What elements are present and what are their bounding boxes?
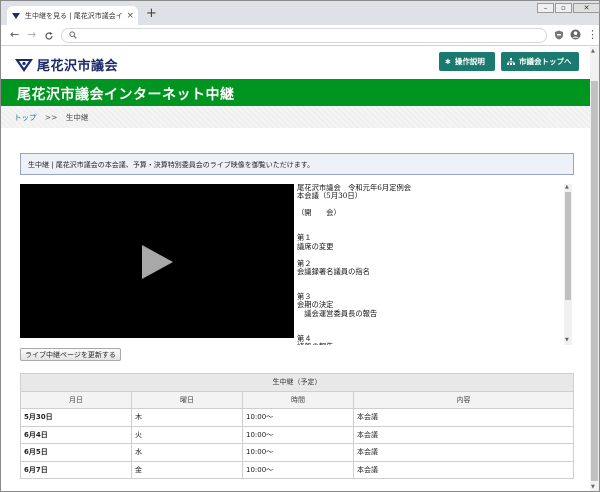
breadcrumb-top-link[interactable]: トップ xyxy=(14,113,37,122)
agenda-line: （開 会） xyxy=(297,208,341,218)
col-header-time: 時間 xyxy=(242,390,354,409)
table-row: 6月5日 水 10:00～ 本会議 xyxy=(20,443,574,462)
banner-title: 尾花沢市議会インターネット中継 xyxy=(17,87,235,103)
cell-time: 10:00～ xyxy=(242,443,354,462)
breadcrumb-bar: トップ >> 生中継 xyxy=(1,106,590,128)
manual-button-label: 操作説明 xyxy=(454,57,485,66)
minimize-button[interactable]: – xyxy=(537,3,554,13)
agenda-line: 第４ xyxy=(297,334,312,344)
notice-text: 生中継 | 尾花沢市議会の本会議、予算・決算特別委員会のライブ映像を御覧いただけ… xyxy=(28,161,315,169)
breadcrumb: トップ >> 生中継 xyxy=(14,112,88,123)
back-button[interactable]: ← xyxy=(10,28,19,42)
agenda-line: 議会運営委員長の報告 xyxy=(297,308,378,318)
tab-strip: 生中継を見る | 尾花沢市議会インターネット × + – ▫ ✕ xyxy=(1,1,600,25)
breadcrumb-current: 生中継 xyxy=(65,113,89,122)
cell-content: 本会議 xyxy=(353,425,574,444)
browser-toolbar: ← → ⋮ xyxy=(1,25,599,46)
tab-title: 生中継を見る | 尾花沢市議会インターネット xyxy=(25,11,124,20)
browser-menu-icon[interactable]: ⋮ xyxy=(587,28,598,42)
agenda-line xyxy=(297,251,564,259)
agenda-scrollbar[interactable]: ▲ ▼ xyxy=(564,184,572,345)
cell-time: 10:00～ xyxy=(242,460,354,479)
schedule-caption: 生中継（予定） xyxy=(20,373,574,392)
cell-weekday: 水 xyxy=(131,443,243,462)
gear-icon: ✱ xyxy=(445,57,451,66)
cell-weekday: 金 xyxy=(131,460,243,479)
cell-date: 6月4日 xyxy=(20,425,132,444)
council-top-button-label: 市議会トップへ xyxy=(519,57,572,66)
address-bar[interactable] xyxy=(61,28,547,43)
table-row: 6月7日 金 10:00～ 本会議 xyxy=(20,460,574,479)
page-viewport: 尾花沢市議会 ✱ 操作説明 市議会トップへ 尾花沢市議会インターネット中継 トッ… xyxy=(1,47,590,491)
agenda-scroll-up-icon[interactable]: ▲ xyxy=(565,184,569,190)
agenda-line xyxy=(297,276,564,284)
sitemap-icon xyxy=(507,58,515,65)
agenda-line xyxy=(297,218,564,226)
site-logo[interactable]: 尾花沢市議会 xyxy=(14,55,118,74)
table-row: 6月4日 火 10:00～ 本会議 xyxy=(20,425,574,444)
extension-shield-icon[interactable] xyxy=(554,30,564,40)
cell-weekday: 木 xyxy=(131,408,243,427)
cell-date: 5月30日 xyxy=(20,408,132,427)
forward-button[interactable]: → xyxy=(27,28,36,42)
table-row: 5月30日 木 10:00～ 本会議 xyxy=(20,408,574,427)
site-banner: 尾花沢市議会インターネット中継 xyxy=(1,79,590,106)
profile-avatar-icon[interactable] xyxy=(570,29,581,40)
new-tab-button[interactable]: + xyxy=(146,6,157,22)
maximize-button[interactable]: ▫ xyxy=(555,3,572,13)
agenda-line: 第３ xyxy=(297,292,312,302)
window-close-button[interactable]: ✕ xyxy=(573,3,600,13)
cell-time: 10:00～ xyxy=(242,408,354,427)
page-scroll-down-icon[interactable]: ▼ xyxy=(591,484,595,490)
notice-box: 生中継 | 尾花沢市議会の本会議、予算・決算特別委員会のライブ映像を御覧いただけ… xyxy=(20,153,574,175)
manual-button[interactable]: ✱ 操作説明 xyxy=(439,52,495,71)
cell-date: 6月5日 xyxy=(20,443,132,462)
cell-weekday: 火 xyxy=(131,425,243,444)
cell-content: 本会議 xyxy=(353,443,574,462)
city-emblem-icon xyxy=(15,58,33,72)
favicon-icon xyxy=(12,12,20,19)
cell-time: 10:00～ xyxy=(242,425,354,444)
council-top-button[interactable]: 市議会トップへ xyxy=(501,52,579,71)
agenda-scroll-down-icon[interactable]: ▼ xyxy=(565,337,569,343)
page-scroll-up-icon[interactable]: ▲ xyxy=(591,48,595,54)
cell-date: 6月7日 xyxy=(20,460,132,479)
agenda-line xyxy=(297,226,564,234)
agenda-line xyxy=(297,318,564,326)
breadcrumb-separator: >> xyxy=(44,113,58,122)
col-header-weekday: 曜日 xyxy=(131,390,243,409)
agenda-line: 本会議（5月30日） xyxy=(297,191,363,201)
col-header-date: 月日 xyxy=(20,390,132,409)
agenda-line: 第１ xyxy=(297,233,312,243)
agenda-text-area[interactable]: 尾花沢市議会 令和元年6月定例会 本会議（5月30日） （開 会） 第１ 議席の変更 第２… xyxy=(297,184,564,345)
col-header-content: 内容 xyxy=(353,390,574,409)
site-name: 尾花沢市議会 xyxy=(37,59,119,74)
agenda-line: 会議録署名議員の指名 xyxy=(297,266,370,276)
agenda-line: 諸般の報告 xyxy=(297,343,564,345)
page-scrollbar[interactable]: ▲ ▼ xyxy=(590,47,599,491)
address-input[interactable] xyxy=(80,30,540,41)
play-icon[interactable] xyxy=(139,244,175,280)
schedule-caption-row: 生中継（予定） xyxy=(20,373,574,392)
tab-close-icon[interactable]: × xyxy=(126,11,134,21)
window-controls: – ▫ ✕ xyxy=(537,3,600,13)
schedule-header-row: 月日 曜日 時間 内容 xyxy=(20,390,574,409)
cell-content: 本会議 xyxy=(353,408,574,427)
agenda-line xyxy=(297,285,564,293)
search-icon xyxy=(69,31,77,39)
page-scroll-thumb[interactable] xyxy=(591,81,598,481)
browser-tab-active[interactable]: 生中継を見る | 尾花沢市議会インターネット × xyxy=(7,6,138,25)
agenda-scroll-thumb[interactable] xyxy=(565,192,571,300)
cell-content: 本会議 xyxy=(353,460,574,479)
video-player[interactable] xyxy=(20,184,294,338)
agenda-line: 議席の変更 xyxy=(297,241,334,251)
refresh-live-page-button[interactable]: ライブ中継ページを更新する xyxy=(20,348,121,361)
browser-window: 生中継を見る | 尾花沢市議会インターネット × + – ▫ ✕ ← → xyxy=(0,0,600,492)
schedule-table: 生中継（予定） 月日 曜日 時間 内容 5月30日 木 10:00～ 本会議 6… xyxy=(20,373,574,479)
reload-icon[interactable] xyxy=(44,31,54,41)
agenda-line xyxy=(297,327,564,335)
